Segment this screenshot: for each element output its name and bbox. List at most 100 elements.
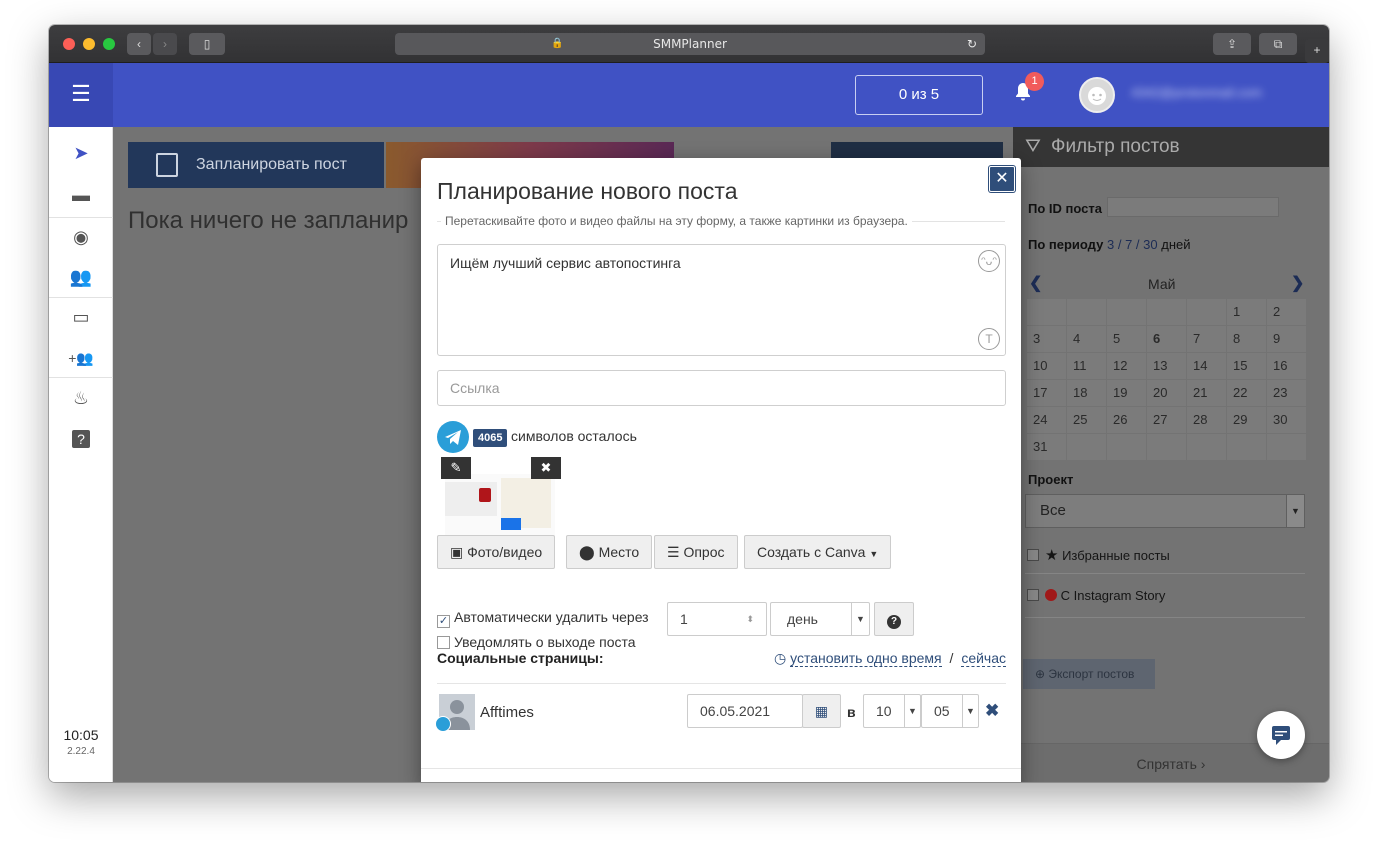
tabs-icon: ⧉ [1273,37,1283,51]
period-30-link[interactable]: 30 [1143,237,1157,252]
hour-select[interactable]: 10 ▼ [863,694,921,728]
calendar-day[interactable]: 23 [1267,380,1306,406]
poll-button[interactable]: ☰ Опрос [654,535,738,569]
calendar-day[interactable]: 13 [1147,353,1186,379]
user-email[interactable]: 4342@protonmail.com [1131,85,1301,103]
post-id-input[interactable] [1107,197,1279,217]
calendar-day[interactable]: 1 [1227,299,1266,325]
calendar-day[interactable]: 15 [1227,353,1266,379]
canva-button[interactable]: Создать с Canva ▼ [744,535,892,569]
remove-image-button[interactable]: ✖ [531,457,561,479]
share-button[interactable]: ⇪ [1213,33,1251,55]
prev-month-button[interactable]: ❮ [1029,273,1042,293]
project-select[interactable]: Все ▼ [1025,494,1305,528]
calendar-day[interactable]: 9 [1267,326,1306,352]
calendar-day[interactable]: 30 [1267,407,1306,433]
address-bar[interactable]: 🔒 SMMPlanner ↻ [395,33,985,55]
auto-delete-amount[interactable]: 1 ⬍ [667,602,767,636]
calendar-day[interactable]: 17 [1027,380,1066,406]
calendar-day[interactable]: 8 [1227,326,1266,352]
instagram-story-checkbox[interactable] [1027,589,1039,601]
sidebar-item-folders[interactable]: ▬ [49,175,113,215]
close-modal-button[interactable]: ✕ [989,166,1015,192]
calendar-empty-cell [1107,434,1146,460]
schedule-post-button[interactable]: Запланировать пост [128,142,384,188]
period-7-link[interactable]: 7 [1125,237,1132,252]
sidebar-item-accounts[interactable]: 👥 [49,257,113,297]
emoji-icon[interactable]: ᵔᴗᵔ [978,250,1000,272]
date-input[interactable]: 06.05.2021 [687,694,803,728]
calendar-day[interactable]: 27 [1147,407,1186,433]
hide-label: Спрятать [1136,756,1197,772]
calendar-day[interactable]: 25 [1067,407,1106,433]
place-button[interactable]: ⬤ Место [566,535,653,569]
auto-delete-unit-select[interactable]: день ▼ [770,602,870,636]
now-link[interactable]: сейчас [961,650,1006,667]
calendar-day[interactable]: 2 [1267,299,1306,325]
calendar-day[interactable]: 5 [1107,326,1146,352]
tabs-button[interactable]: ⧉ [1259,33,1297,55]
photo-video-button[interactable]: ▣ Фото/видео [437,535,556,569]
calendar-day[interactable]: 10 [1027,353,1066,379]
text-format-icon[interactable]: T [978,328,1000,350]
remove-account-button[interactable]: ✖ [985,701,999,721]
calendar-day[interactable]: 7 [1187,326,1226,352]
user-avatar[interactable] [1079,77,1115,113]
instagram-story-filter[interactable]: С Instagram Story [1027,588,1165,603]
calendar-day[interactable]: 6 [1147,326,1186,352]
auto-delete-row[interactable]: ✓ Автоматически удалить через [437,609,649,628]
calendar-day[interactable]: 26 [1107,407,1146,433]
new-tab-button[interactable]: + [1305,39,1329,63]
link-input[interactable]: Ссылка [437,370,1006,406]
period-3-link[interactable]: 3 [1107,237,1114,252]
notify-row[interactable]: Уведомлять о выходе поста [437,634,636,650]
sidebar-item-payment[interactable]: ▭ [49,297,113,337]
calendar-day[interactable]: 29 [1227,407,1266,433]
auto-delete-help-button[interactable]: ? [874,602,914,636]
close-window-button[interactable] [63,38,75,50]
menu-button[interactable]: ☰ [49,63,113,127]
calendar-day[interactable]: 11 [1067,353,1106,379]
next-month-button[interactable]: ❯ [1291,273,1304,293]
stepper-icon[interactable]: ⬍ [746,603,754,635]
back-button[interactable]: ‹ [127,33,151,55]
chat-button[interactable] [1257,711,1305,759]
auto-delete-unit-value: день [787,611,818,627]
favorites-checkbox[interactable] [1027,549,1039,561]
sidebar-item-networks[interactable]: ◉ [49,217,113,257]
calendar-day[interactable]: 3 [1027,326,1066,352]
calendar-day[interactable]: 24 [1027,407,1066,433]
minute-select[interactable]: 05 ▼ [921,694,979,728]
sidebar-item-referral[interactable]: +👥 [49,337,113,377]
favorites-filter[interactable]: ★ Избранные посты [1027,546,1170,564]
calendar-day[interactable]: 22 [1227,380,1266,406]
calendar-day[interactable]: 18 [1067,380,1106,406]
maximize-window-button[interactable] [103,38,115,50]
calendar-day[interactable]: 14 [1187,353,1226,379]
calendar-day[interactable]: 19 [1107,380,1146,406]
post-text-area[interactable]: Ищём лучший сервис автопостинга ᵔᴗᵔ T [437,244,1006,356]
sidebar-item-posts[interactable]: ➤ [49,133,113,173]
calendar-button[interactable]: ▦ [802,694,841,728]
minimize-window-button[interactable] [83,38,95,50]
sidebar-item-hot[interactable]: ♨ [49,378,113,418]
calendar-day[interactable]: 31 [1027,434,1066,460]
calendar-day[interactable]: 20 [1147,380,1186,406]
calendar-day[interactable]: 21 [1187,380,1226,406]
sidebar-toggle-button[interactable]: ▯ [189,33,225,55]
calendar-day[interactable]: 12 [1107,353,1146,379]
calendar-day[interactable]: 4 [1067,326,1106,352]
sidebar-item-help[interactable]: ? [49,418,113,458]
set-one-time-link[interactable]: установить одно время [790,650,942,667]
auto-delete-checkbox[interactable]: ✓ [437,615,450,628]
posts-counter[interactable]: 0 из 5 [855,75,983,115]
poll-icon: ☰ [667,544,680,560]
forward-button[interactable]: › [153,33,177,55]
calendar-day[interactable]: 28 [1187,407,1226,433]
notify-checkbox[interactable] [437,636,450,649]
edit-image-button[interactable]: ✎ [441,457,471,479]
export-posts-button[interactable]: ⊕ Экспорт постов [1023,659,1155,689]
reload-icon[interactable]: ↻ [967,33,977,55]
calendar-day[interactable]: 16 [1267,353,1306,379]
lock-icon: 🔒 [551,38,564,49]
